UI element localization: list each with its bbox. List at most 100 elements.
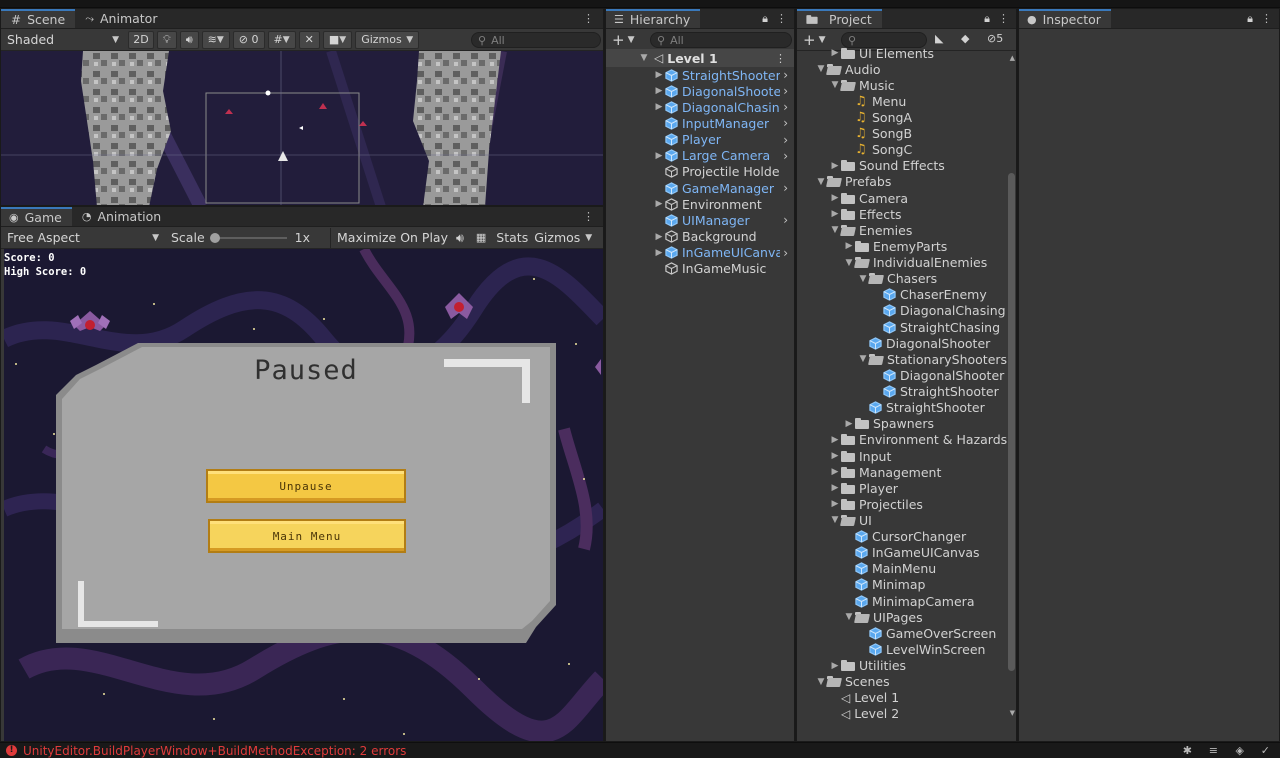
collapse-arrow-icon[interactable]: ▼ [843, 612, 855, 622]
project-item[interactable]: StraightChasing [871, 319, 1000, 335]
expand-arrow-icon[interactable]: ▶ [843, 241, 855, 251]
project-item[interactable]: ▶ UI Elements [829, 45, 935, 61]
project-item[interactable]: ▶ Input [829, 448, 892, 464]
game-viewport[interactable]: Score: 0 High Score: 0 Paused Unpause Ma… [4, 249, 603, 741]
visibility-toggle[interactable]: ⊘ 0 [232, 30, 265, 49]
expand-arrow-icon[interactable]: ▶ [829, 483, 841, 493]
project-item[interactable]: DiagonalChasing [871, 303, 1006, 319]
collapse-arrow-icon[interactable]: ▼ [857, 354, 869, 364]
open-prefab-chevron-icon[interactable]: › [783, 116, 788, 130]
check-circle-icon[interactable]: ✓ [1261, 744, 1270, 757]
collapse-arrow-icon[interactable]: ▼ [829, 80, 841, 90]
panel-menu-icon[interactable]: ⋮ [1261, 12, 1272, 25]
scale-slider-handle[interactable] [209, 232, 220, 243]
scroll-up-arrow-icon[interactable]: ▲ [1010, 54, 1015, 62]
hierarchy-item[interactable]: InGameMusic [606, 261, 794, 277]
mute-audio-icon[interactable]: 🔊︎ [456, 230, 464, 246]
tab-animation[interactable]: ◔ Animation [72, 207, 171, 226]
collapse-arrow-icon[interactable]: ▼ [815, 677, 827, 687]
main-menu-button[interactable]: Main Menu [208, 519, 406, 553]
project-item[interactable]: ▶ Effects [829, 206, 902, 222]
filter-by-type-icon[interactable]: ◣ [935, 32, 943, 45]
project-item[interactable]: ▼ Chasers [857, 271, 938, 287]
game-gizmos-dropdown[interactable]: Gizmos ▼ [530, 228, 596, 248]
hierarchy-item[interactable]: InputManager › [606, 115, 794, 131]
hierarchy-item[interactable]: ▶ Large Camera › [606, 148, 794, 164]
gizmos-dropdown[interactable]: Gizmos ▼ [355, 30, 420, 49]
expand-arrow-icon[interactable]: ▶ [653, 86, 665, 96]
expand-arrow-icon[interactable]: ▶ [653, 70, 665, 80]
project-item[interactable]: StraightShooter [857, 400, 985, 416]
open-prefab-chevron-icon[interactable]: › [783, 246, 788, 260]
open-prefab-chevron-icon[interactable]: › [783, 100, 788, 114]
project-item[interactable]: CursorChanger [843, 529, 966, 545]
expand-arrow-icon[interactable]: ▶ [829, 48, 841, 58]
project-item[interactable]: ▼ UIPages [843, 609, 923, 625]
debug-icon[interactable]: ✱ [1183, 744, 1192, 757]
grid-snap-dropdown[interactable]: # ▼ [267, 30, 296, 49]
project-item[interactable]: ▼ Prefabs [815, 174, 892, 190]
project-item[interactable]: DiagonalShooter [857, 335, 990, 351]
expand-arrow-icon[interactable]: ▼ [638, 53, 650, 63]
maximize-on-play-toggle[interactable]: Maximize On Play [331, 228, 454, 248]
collapse-arrow-icon[interactable]: ▼ [829, 225, 841, 235]
collapse-arrow-icon[interactable]: ▼ [829, 515, 841, 525]
expand-arrow-icon[interactable]: ▶ [829, 161, 841, 171]
create-button[interactable]: + ▼ [612, 31, 635, 49]
status-message[interactable]: UnityEditor.BuildPlayerWindow+BuildMetho… [23, 744, 406, 758]
project-item[interactable]: ▶ EnemyParts [843, 238, 948, 254]
hierarchy-item[interactable]: ▶ Background [606, 229, 794, 245]
project-item[interactable]: ▶ Environment & Hazards [829, 432, 1008, 448]
tab-game[interactable]: ◉ Game [1, 207, 72, 226]
project-item[interactable]: ▶ Projectiles [829, 496, 923, 512]
stats-toggle[interactable]: Stats [496, 230, 528, 245]
tab-hierarchy[interactable]: ☰ Hierarchy [606, 9, 701, 28]
hierarchy-item[interactable]: ▶ DiagonalShooter › [606, 83, 794, 99]
open-prefab-chevron-icon[interactable]: › [783, 133, 788, 147]
progress-icon[interactable]: ◈ [1236, 744, 1244, 757]
project-item[interactable]: ▶ Utilities [829, 658, 907, 674]
expand-arrow-icon[interactable]: ▶ [843, 419, 855, 429]
stats-grid-icon[interactable]: ▦ [476, 231, 486, 244]
open-prefab-chevron-icon[interactable]: › [783, 149, 788, 163]
scale-slider[interactable] [209, 231, 287, 245]
panel-menu-icon[interactable]: ⋮ [583, 210, 594, 223]
project-item[interactable]: LevelWinScreen [857, 641, 985, 657]
open-prefab-chevron-icon[interactable]: › [783, 84, 788, 98]
project-item[interactable]: MinimapCamera [843, 593, 974, 609]
open-prefab-chevron-icon[interactable]: › [783, 68, 788, 82]
hierarchy-item[interactable]: ▶ DiagonalChasing › [606, 99, 794, 115]
project-item[interactable]: MainMenu [843, 561, 936, 577]
project-item[interactable]: ▼ Scenes [815, 674, 890, 690]
hierarchy-item[interactable]: ▶ StraightShooter › [606, 67, 794, 83]
expand-arrow-icon[interactable]: ▶ [653, 199, 665, 209]
expand-arrow-icon[interactable]: ▶ [829, 499, 841, 509]
expand-arrow-icon[interactable]: ▶ [653, 232, 665, 242]
collapse-arrow-icon[interactable]: ▼ [857, 274, 869, 284]
expand-arrow-icon[interactable]: ▶ [653, 102, 665, 112]
hierarchy-item[interactable]: Player › [606, 132, 794, 148]
panel-menu-icon[interactable]: ⋮ [583, 12, 594, 25]
hierarchy-item[interactable]: ▶ InGameUICanvas › [606, 245, 794, 261]
project-item[interactable]: ▼ IndividualEnemies [843, 255, 988, 271]
project-item[interactable]: ◁ Level 1 [829, 690, 899, 706]
collapse-arrow-icon[interactable]: ▼ [843, 258, 855, 268]
project-item[interactable]: ♫ SongB [843, 126, 912, 142]
open-prefab-chevron-icon[interactable]: › [783, 181, 788, 195]
expand-arrow-icon[interactable]: ▶ [653, 248, 665, 258]
collapse-arrow-icon[interactable]: ▼ [815, 64, 827, 74]
project-item[interactable]: InGameUICanvas [843, 545, 980, 561]
hierarchy-item[interactable]: ▶ Environment [606, 196, 794, 212]
project-item[interactable]: ChaserEnemy [871, 287, 987, 303]
tab-animator[interactable]: ⤳ Animator [75, 9, 167, 28]
filter-by-label-icon[interactable]: ◆ [961, 32, 969, 45]
project-item[interactable]: ▶ Spawners [843, 416, 935, 432]
tab-project[interactable]: Project [797, 9, 882, 28]
expand-arrow-icon[interactable]: ▶ [829, 435, 841, 445]
tab-inspector[interactable]: ● Inspector [1019, 9, 1111, 28]
panel-menu-icon[interactable]: ⋮ [998, 12, 1009, 25]
project-item[interactable]: ▼ UI [829, 512, 872, 528]
project-item[interactable]: ▶ Sound Effects [829, 158, 945, 174]
project-item[interactable]: ▶ Management [829, 464, 942, 480]
scene-search-input[interactable]: ⚲ All [471, 32, 601, 48]
